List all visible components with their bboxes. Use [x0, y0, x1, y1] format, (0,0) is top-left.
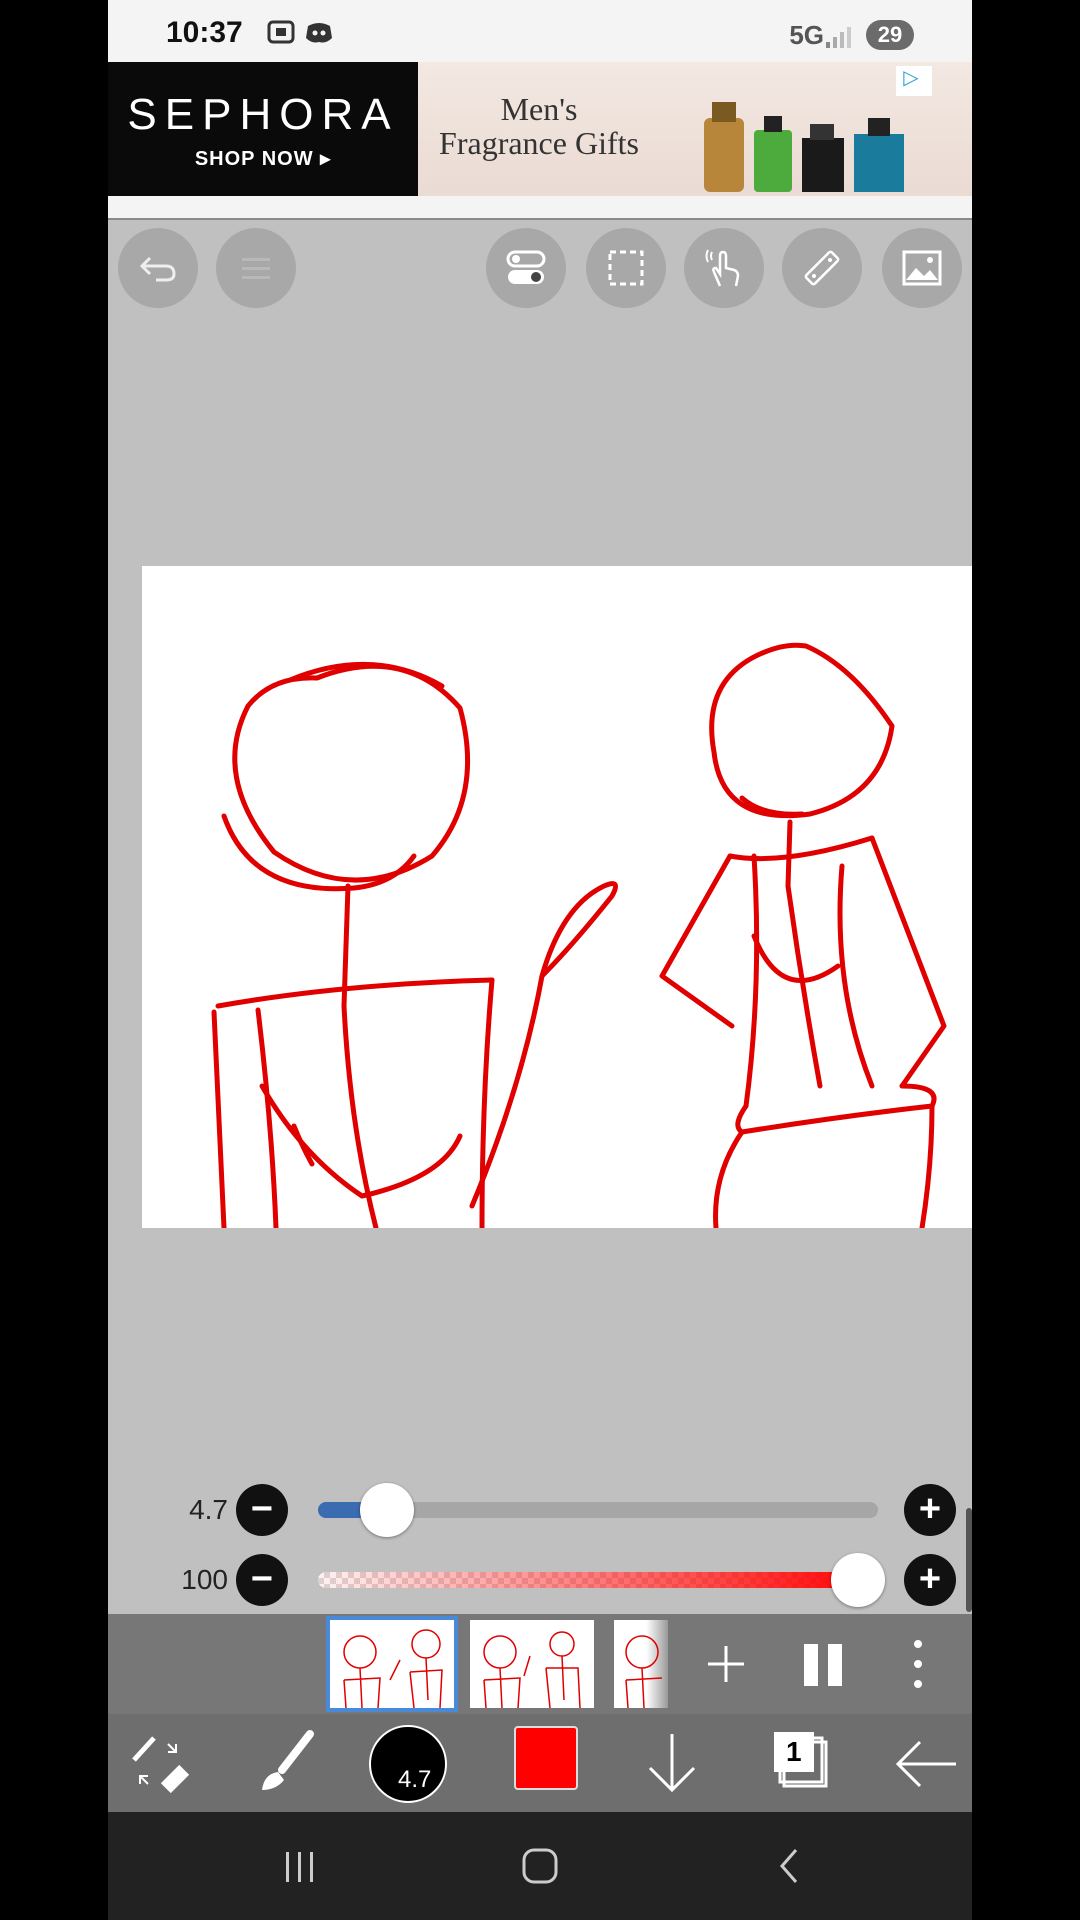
brush-indicator-value: 4.7: [398, 1766, 432, 1793]
minus-icon: −: [250, 1558, 274, 1600]
discord-icon: [304, 18, 334, 46]
pause-icon: [804, 1644, 842, 1686]
toggle-button[interactable]: [486, 228, 566, 308]
network-indicator: 5G: [789, 20, 824, 50]
ruler-button[interactable]: [782, 228, 862, 308]
ruler-icon: [804, 250, 840, 286]
gesture-button[interactable]: [684, 228, 764, 308]
ad-cta[interactable]: SHOP NOW ▸: [108, 146, 418, 171]
opacity-value: 100: [181, 1564, 228, 1595]
ad-product-panel[interactable]: Men's Fragrance Gifts ⋮ ▷: [418, 62, 972, 196]
drawing-canvas[interactable]: [142, 566, 972, 1228]
layer-down-button[interactable]: [632, 1724, 712, 1804]
plus-icon: [708, 1646, 744, 1682]
recent-apps-icon: [286, 1852, 313, 1882]
image-icon: [902, 250, 942, 286]
opacity-knob[interactable]: [831, 1553, 885, 1607]
opacity-decrease-button[interactable]: −: [236, 1554, 288, 1606]
more-vert-icon: [914, 1640, 922, 1688]
adchoices-icon[interactable]: ▷: [896, 66, 926, 96]
ad-headline: Men's Fragrance Gifts: [434, 92, 644, 160]
ad-brand: SEPHORA: [127, 90, 399, 139]
brush-size-knob[interactable]: [360, 1483, 415, 1537]
ad-brand-panel[interactable]: SEPHORA SHOP NOW ▸: [108, 62, 418, 196]
selection-icon: [608, 250, 644, 286]
opacity-slider[interactable]: [318, 1572, 878, 1588]
more-options-button[interactable]: [906, 1636, 930, 1692]
recent-apps-button[interactable]: [280, 1846, 320, 1886]
pause-button[interactable]: [798, 1640, 848, 1690]
frame-preview-2: [483, 1631, 581, 1709]
signal-icon: [824, 22, 854, 50]
brush-size-indicator[interactable]: 4.7: [368, 1724, 448, 1804]
minus-icon: −: [250, 1488, 274, 1530]
toggle-icon: [506, 250, 546, 284]
menu-button[interactable]: [216, 228, 296, 308]
ad-divider: [108, 196, 972, 220]
system-nav-bar: [108, 1812, 972, 1920]
frame-bar: [108, 1614, 972, 1714]
brush-size-value: 4.7: [189, 1494, 228, 1525]
layers-button[interactable]: 1: [760, 1724, 840, 1804]
plus-icon: +: [918, 1488, 942, 1530]
bottom-toolbar: 4.7 1: [108, 1714, 972, 1812]
scrollbar[interactable]: [966, 1508, 972, 1612]
frame-thumbnail[interactable]: [326, 1616, 458, 1712]
current-color-swatch: [514, 1726, 578, 1790]
status-bar: 10:37 5G 29: [108, 0, 972, 62]
home-icon: [522, 1848, 558, 1884]
brush-button[interactable]: [248, 1724, 328, 1804]
frame-thumbnail[interactable]: [614, 1620, 668, 1709]
undo-icon: [139, 256, 176, 282]
frame-preview-3: [625, 1635, 663, 1709]
brush-size-increase-button[interactable]: +: [904, 1484, 956, 1536]
plus-icon: +: [918, 1558, 942, 1600]
back-button[interactable]: [886, 1724, 966, 1804]
screenshot-icon: [266, 18, 296, 46]
menu-icon: [242, 258, 270, 279]
gesture-icon: [705, 249, 740, 287]
arrow-left-icon: [895, 1740, 956, 1788]
undo-button[interactable]: [118, 228, 198, 308]
layer-count: 1: [786, 1736, 802, 1767]
brush-icon: [262, 1730, 314, 1790]
ad-headline-line2: Fragrance Gifts: [439, 125, 639, 161]
frame-preview-1: [343, 1629, 443, 1709]
brush-eraser-swap-icon: [132, 1736, 190, 1794]
battery-indicator: 29: [866, 20, 914, 50]
app-screen: 10:37 5G 29 SEPHORA SHOP NOW ▸ Men's Fra…: [108, 0, 972, 1920]
frame-thumbnail[interactable]: [470, 1620, 594, 1709]
opacity-row: 100 − +: [108, 1550, 972, 1610]
color-button[interactable]: [506, 1724, 586, 1804]
chevron-left-icon: [780, 1849, 798, 1883]
brush-size-decrease-button[interactable]: −: [236, 1484, 288, 1536]
selection-button[interactable]: [586, 228, 666, 308]
opacity-increase-button[interactable]: +: [904, 1554, 956, 1606]
add-frame-button[interactable]: [702, 1640, 750, 1688]
image-button[interactable]: [882, 228, 962, 308]
sketch-drawing: [211, 642, 947, 1228]
clock: 10:37: [166, 16, 243, 49]
brush-size-row: 4.7 − +: [108, 1480, 972, 1540]
arrow-down-icon: [648, 1734, 696, 1793]
system-back-button[interactable]: [770, 1846, 810, 1886]
brush-eraser-swap-button[interactable]: [124, 1724, 204, 1804]
home-button[interactable]: [520, 1846, 560, 1886]
ad-headline-line1: Men's: [500, 91, 578, 127]
ad-banner[interactable]: SEPHORA SHOP NOW ▸ Men's Fragrance Gifts…: [108, 62, 972, 196]
